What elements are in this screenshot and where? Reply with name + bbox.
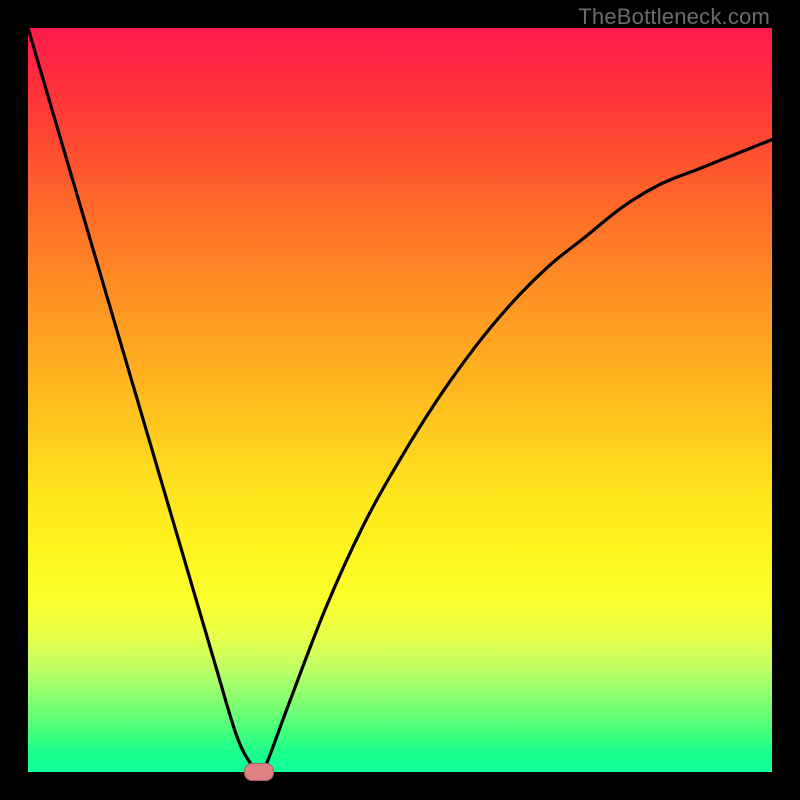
optimum-marker [244,763,274,781]
bottleneck-curve [28,28,772,772]
curve-line [28,28,772,773]
plot-area [28,28,772,772]
watermark-label: TheBottleneck.com [578,4,770,30]
outer-frame: TheBottleneck.com [0,0,800,800]
